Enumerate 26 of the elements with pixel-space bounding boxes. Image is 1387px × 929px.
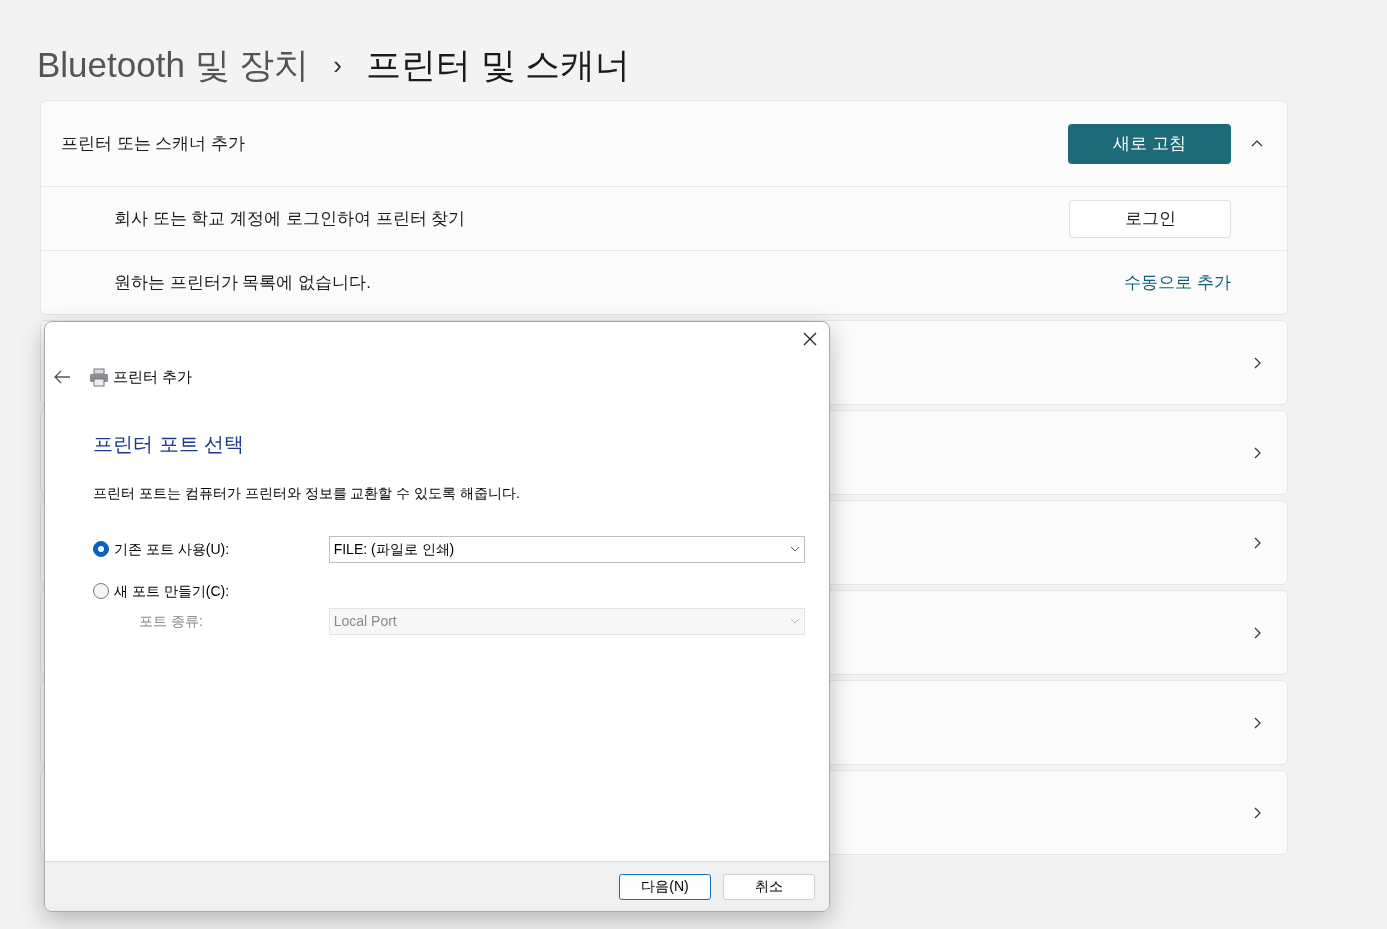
port-type-label: 포트 종류:: [138, 611, 204, 631]
dialog-description: 프린터 포트는 컴퓨터가 프린터와 정보를 교환할 수 있도록 해줍니다.: [93, 483, 521, 503]
dialog-heading: 프린터 포트 선택: [93, 431, 246, 457]
radio-label: 새 포트 만들기(C):: [114, 581, 230, 601]
section-title: 프린터 또는 스캐너 추가: [61, 132, 247, 155]
radio-button[interactable]: [93, 541, 109, 557]
dropdown-value: FILE: (파일로 인쇄): [333, 539, 455, 559]
add-manually-link[interactable]: 수동으로 추가: [1124, 269, 1231, 296]
close-icon[interactable]: [803, 332, 817, 346]
caret-icon: [790, 618, 800, 624]
dialog-title: 프린터 추가: [113, 367, 193, 387]
row-label: 원하는 프린터가 목록에 없습니다.: [114, 271, 372, 294]
row-label: 회사 또는 학교 계정에 로그인하여 프린터 찾기: [114, 207, 467, 230]
breadcrumb-separator: ›: [333, 48, 342, 82]
port-dropdown[interactable]: FILE: (파일로 인쇄): [328, 535, 805, 563]
sign-in-button[interactable]: 로그인: [1069, 199, 1231, 238]
dialog-button[interactable]: 다음(N): [619, 873, 711, 900]
back-arrow-icon[interactable]: [54, 370, 71, 385]
dialog-button[interactable]: 취소: [723, 873, 815, 900]
page-title: 프린터 및 스캐너: [366, 43, 631, 86]
radio-label: 기존 포트 사용(U):: [114, 539, 230, 559]
printer-icon: [89, 367, 109, 388]
breadcrumb-parent[interactable]: Bluetooth 및 장치: [37, 38, 310, 92]
dropdown-value: Local Port: [333, 611, 397, 631]
refresh-button[interactable]: 새로 고침: [1068, 123, 1231, 164]
caret-icon: [790, 546, 800, 552]
